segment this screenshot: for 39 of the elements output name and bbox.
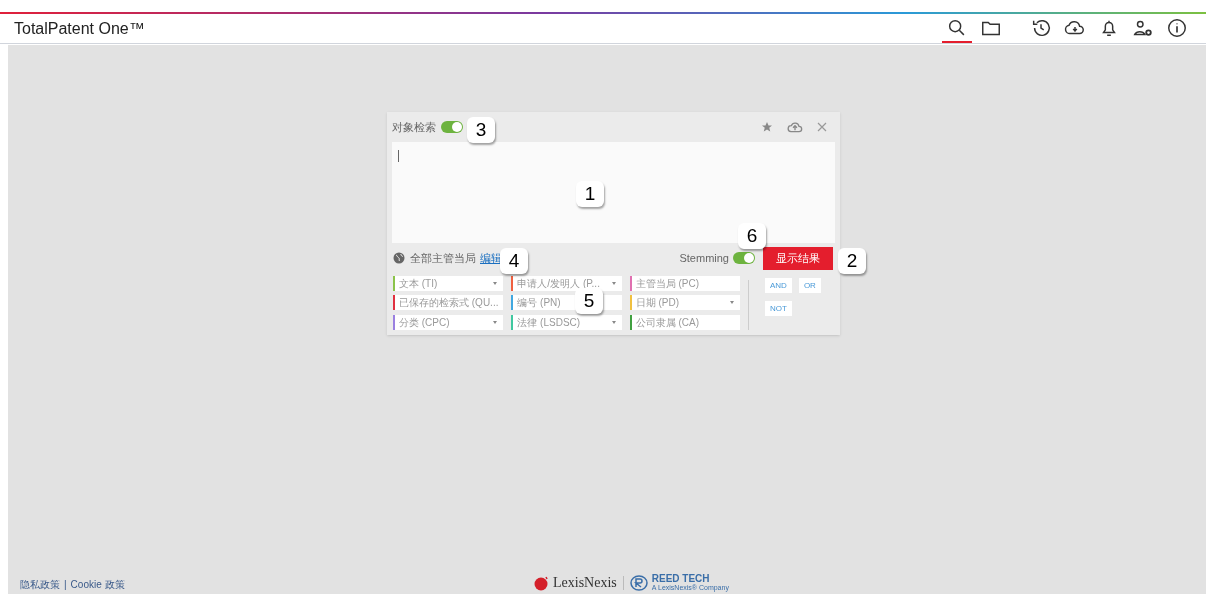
stemming-label: Stemming	[679, 250, 729, 266]
callout-tooltip: 2	[838, 248, 866, 274]
input-field[interactable]: 已保存的检索式 (QU...	[393, 295, 504, 311]
star-icon[interactable]	[761, 121, 773, 133]
cloud-upload-icon[interactable]	[787, 121, 803, 133]
stemming-toggle[interactable]	[733, 252, 755, 264]
input-field[interactable]: 公司隶属 (CA)	[629, 314, 740, 330]
dropdown-field[interactable]: 法律 (LSDSC)	[511, 314, 622, 330]
sphere-icon	[533, 574, 549, 591]
show-results-button[interactable]: 显示结果	[763, 246, 833, 270]
scope-label: 全部主管当局	[410, 250, 476, 266]
separator: |	[64, 578, 67, 592]
dropdown-field[interactable]: 申请人/发明人 (P...	[511, 276, 622, 291]
operator-button[interactable]: AND	[765, 278, 792, 293]
lexisnexis-logo: LexisNexis	[553, 574, 617, 592]
input-field[interactable]: 主管当局 (PC)	[629, 276, 740, 291]
callout-tooltip: 6	[738, 223, 766, 249]
globe-icon	[393, 252, 405, 264]
caret-icon	[730, 301, 734, 305]
dropdown-field[interactable]: 文本 (TI)	[393, 276, 504, 291]
object-search-label: 对象检索	[392, 119, 436, 135]
app-title: TotalPatent One™	[14, 18, 145, 39]
cookie-link[interactable]: Cookie 政策	[70, 577, 125, 592]
caret-icon	[611, 282, 616, 285]
caret-icon	[611, 320, 616, 324]
callout-tooltip: 4	[500, 248, 528, 274]
dropdown-field[interactable]: 分类 (CPC)	[393, 314, 504, 330]
operator-button[interactable]: OR	[798, 278, 821, 293]
operator-button[interactable]: NOT	[765, 301, 792, 316]
privacy-link[interactable]: 隐私政策	[20, 577, 60, 592]
dropdown-field[interactable]: 日期 (PD)	[629, 295, 740, 311]
reedtech-logo: REED TECH	[651, 574, 711, 584]
object-search-toggle[interactable]	[441, 121, 463, 133]
r-circle-icon	[629, 574, 648, 591]
callout-tooltip: 1	[576, 181, 604, 207]
caret-icon	[493, 320, 498, 324]
callout-tooltip: 5	[575, 288, 603, 314]
caret-icon	[493, 282, 498, 285]
callout-tooltip: 3	[467, 117, 495, 143]
